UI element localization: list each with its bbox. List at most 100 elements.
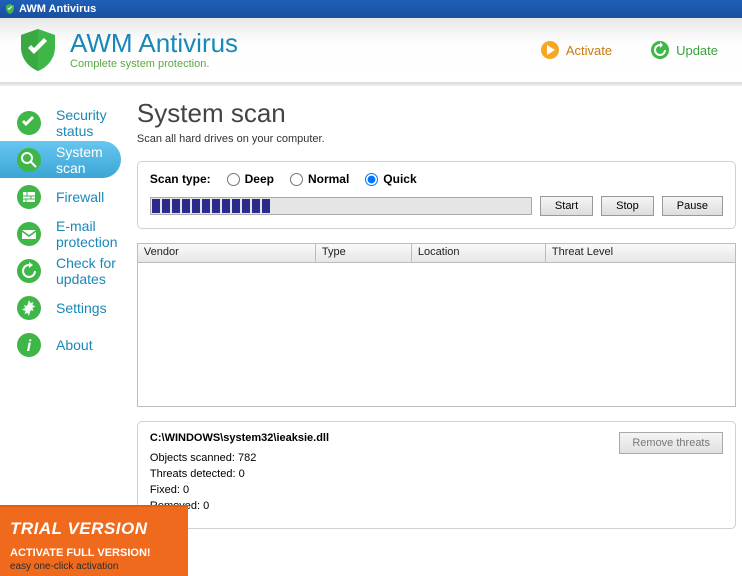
th-threat-level[interactable]: Threat Level [546, 244, 735, 262]
scan-option-normal[interactable]: Normal [290, 172, 349, 186]
scan-type-label: Scan type: [150, 172, 211, 186]
sidebar-item-system-scan[interactable]: System scan [0, 141, 121, 178]
progress-segment [472, 199, 480, 213]
progress-segment [512, 199, 520, 213]
pause-button[interactable]: Pause [662, 196, 723, 216]
sidebar-item-about[interactable]: i About [0, 326, 129, 363]
progress-segment [232, 199, 240, 213]
progress-segment [482, 199, 490, 213]
current-file-path: C:\WINDOWS\system32\ieaksie.dll [150, 432, 619, 444]
progress-segment [202, 199, 210, 213]
table-header: Vendor Type Location Threat Level [137, 243, 736, 263]
firewall-icon [16, 184, 42, 210]
update-button[interactable]: Update [650, 40, 718, 60]
scan-progress-bar [150, 197, 532, 215]
progress-segment [152, 199, 160, 213]
scan-type-row: Scan type: Deep Normal Quick [150, 172, 723, 186]
shield-logo-icon [14, 26, 62, 74]
progress-segment [242, 199, 250, 213]
update-icon [650, 40, 670, 60]
sidebar-item-label: Security status [56, 107, 129, 139]
page-title: System scan [137, 98, 736, 129]
brand-tagline: Complete system protection. [70, 58, 238, 70]
settings-icon [16, 295, 42, 321]
th-type[interactable]: Type [316, 244, 412, 262]
scan-option-quick[interactable]: Quick [365, 172, 416, 186]
sidebar-item-label: E-mail protection [56, 218, 129, 250]
objects-scanned: Objects scanned: 782 [150, 452, 619, 464]
sidebar-item-email-protection[interactable]: E-mail protection [0, 215, 129, 252]
table-body [137, 263, 736, 407]
progress-segment [252, 199, 260, 213]
sidebar-item-firewall[interactable]: Firewall [0, 178, 129, 215]
remove-threats-button[interactable]: Remove threats [619, 432, 723, 454]
trial-version-box[interactable]: TRIAL VERSION ACTIVATE FULL VERSION! eas… [0, 505, 188, 576]
progress-segment [492, 199, 500, 213]
shield-icon [4, 3, 16, 15]
sidebar-item-label: Check for updates [56, 255, 129, 287]
progress-segment [522, 199, 530, 213]
activate-icon [540, 40, 560, 60]
th-vendor[interactable]: Vendor [138, 244, 316, 262]
progress-segment [312, 199, 320, 213]
svg-text:i: i [27, 338, 32, 355]
trial-title: TRIAL VERSION [10, 519, 178, 539]
progress-segment [412, 199, 420, 213]
progress-segment [192, 199, 200, 213]
results-table: Vendor Type Location Threat Level [137, 243, 736, 407]
sidebar-item-label: System scan [56, 144, 121, 176]
trial-subtitle: ACTIVATE FULL VERSION! [10, 547, 178, 559]
activate-label: Activate [566, 43, 612, 58]
progress-segment [222, 199, 230, 213]
update-label: Update [676, 43, 718, 58]
scan-panel: Scan type: Deep Normal Quick Start Stop … [137, 161, 736, 229]
progress-segment [172, 199, 180, 213]
sidebar-item-settings[interactable]: Settings [0, 289, 129, 326]
progress-segment [462, 199, 470, 213]
logo: AWM Antivirus Complete system protection… [14, 26, 238, 74]
th-location[interactable]: Location [412, 244, 546, 262]
updates-icon [16, 258, 42, 284]
progress-segment [302, 199, 310, 213]
removed-count: Removed: 0 [150, 500, 619, 512]
fixed-count: Fixed: 0 [150, 484, 619, 496]
sidebar-item-label: About [56, 337, 93, 353]
progress-segment [372, 199, 380, 213]
scan-option-deep[interactable]: Deep [227, 172, 274, 186]
progress-segment [262, 199, 270, 213]
page-description: Scan all hard drives on your computer. [137, 133, 736, 145]
progress-segment [432, 199, 440, 213]
progress-segment [382, 199, 390, 213]
progress-segment [322, 199, 330, 213]
titlebar-text: AWM Antivirus [19, 3, 96, 15]
radio-deep[interactable] [227, 173, 240, 186]
progress-segment [212, 199, 220, 213]
progress-segment [332, 199, 340, 213]
email-icon [16, 221, 42, 247]
header: AWM Antivirus Complete system protection… [0, 18, 742, 82]
progress-segment [162, 199, 170, 213]
progress-segment [182, 199, 190, 213]
progress-segment [452, 199, 460, 213]
sidebar-item-security-status[interactable]: Security status [0, 104, 129, 141]
progress-segment [282, 199, 290, 213]
progress-segment [342, 199, 350, 213]
progress-segment [422, 199, 430, 213]
about-icon: i [16, 332, 42, 358]
status-panel: C:\WINDOWS\system32\ieaksie.dll Objects … [137, 421, 736, 529]
progress-segment [352, 199, 360, 213]
radio-quick[interactable] [365, 173, 378, 186]
radio-normal[interactable] [290, 173, 303, 186]
start-button[interactable]: Start [540, 196, 593, 216]
content: System scan Scan all hard drives on your… [129, 86, 742, 576]
progress-segment [392, 199, 400, 213]
progress-segment [272, 199, 280, 213]
sidebar-item-label: Firewall [56, 189, 104, 205]
sidebar: Security status System scan Firewall E-m… [0, 86, 129, 576]
brand-title: AWM Antivirus [70, 30, 238, 56]
sidebar-item-check-updates[interactable]: Check for updates [0, 252, 129, 289]
stop-button[interactable]: Stop [601, 196, 654, 216]
activate-button[interactable]: Activate [540, 40, 612, 60]
progress-segment [362, 199, 370, 213]
progress-segment [292, 199, 300, 213]
